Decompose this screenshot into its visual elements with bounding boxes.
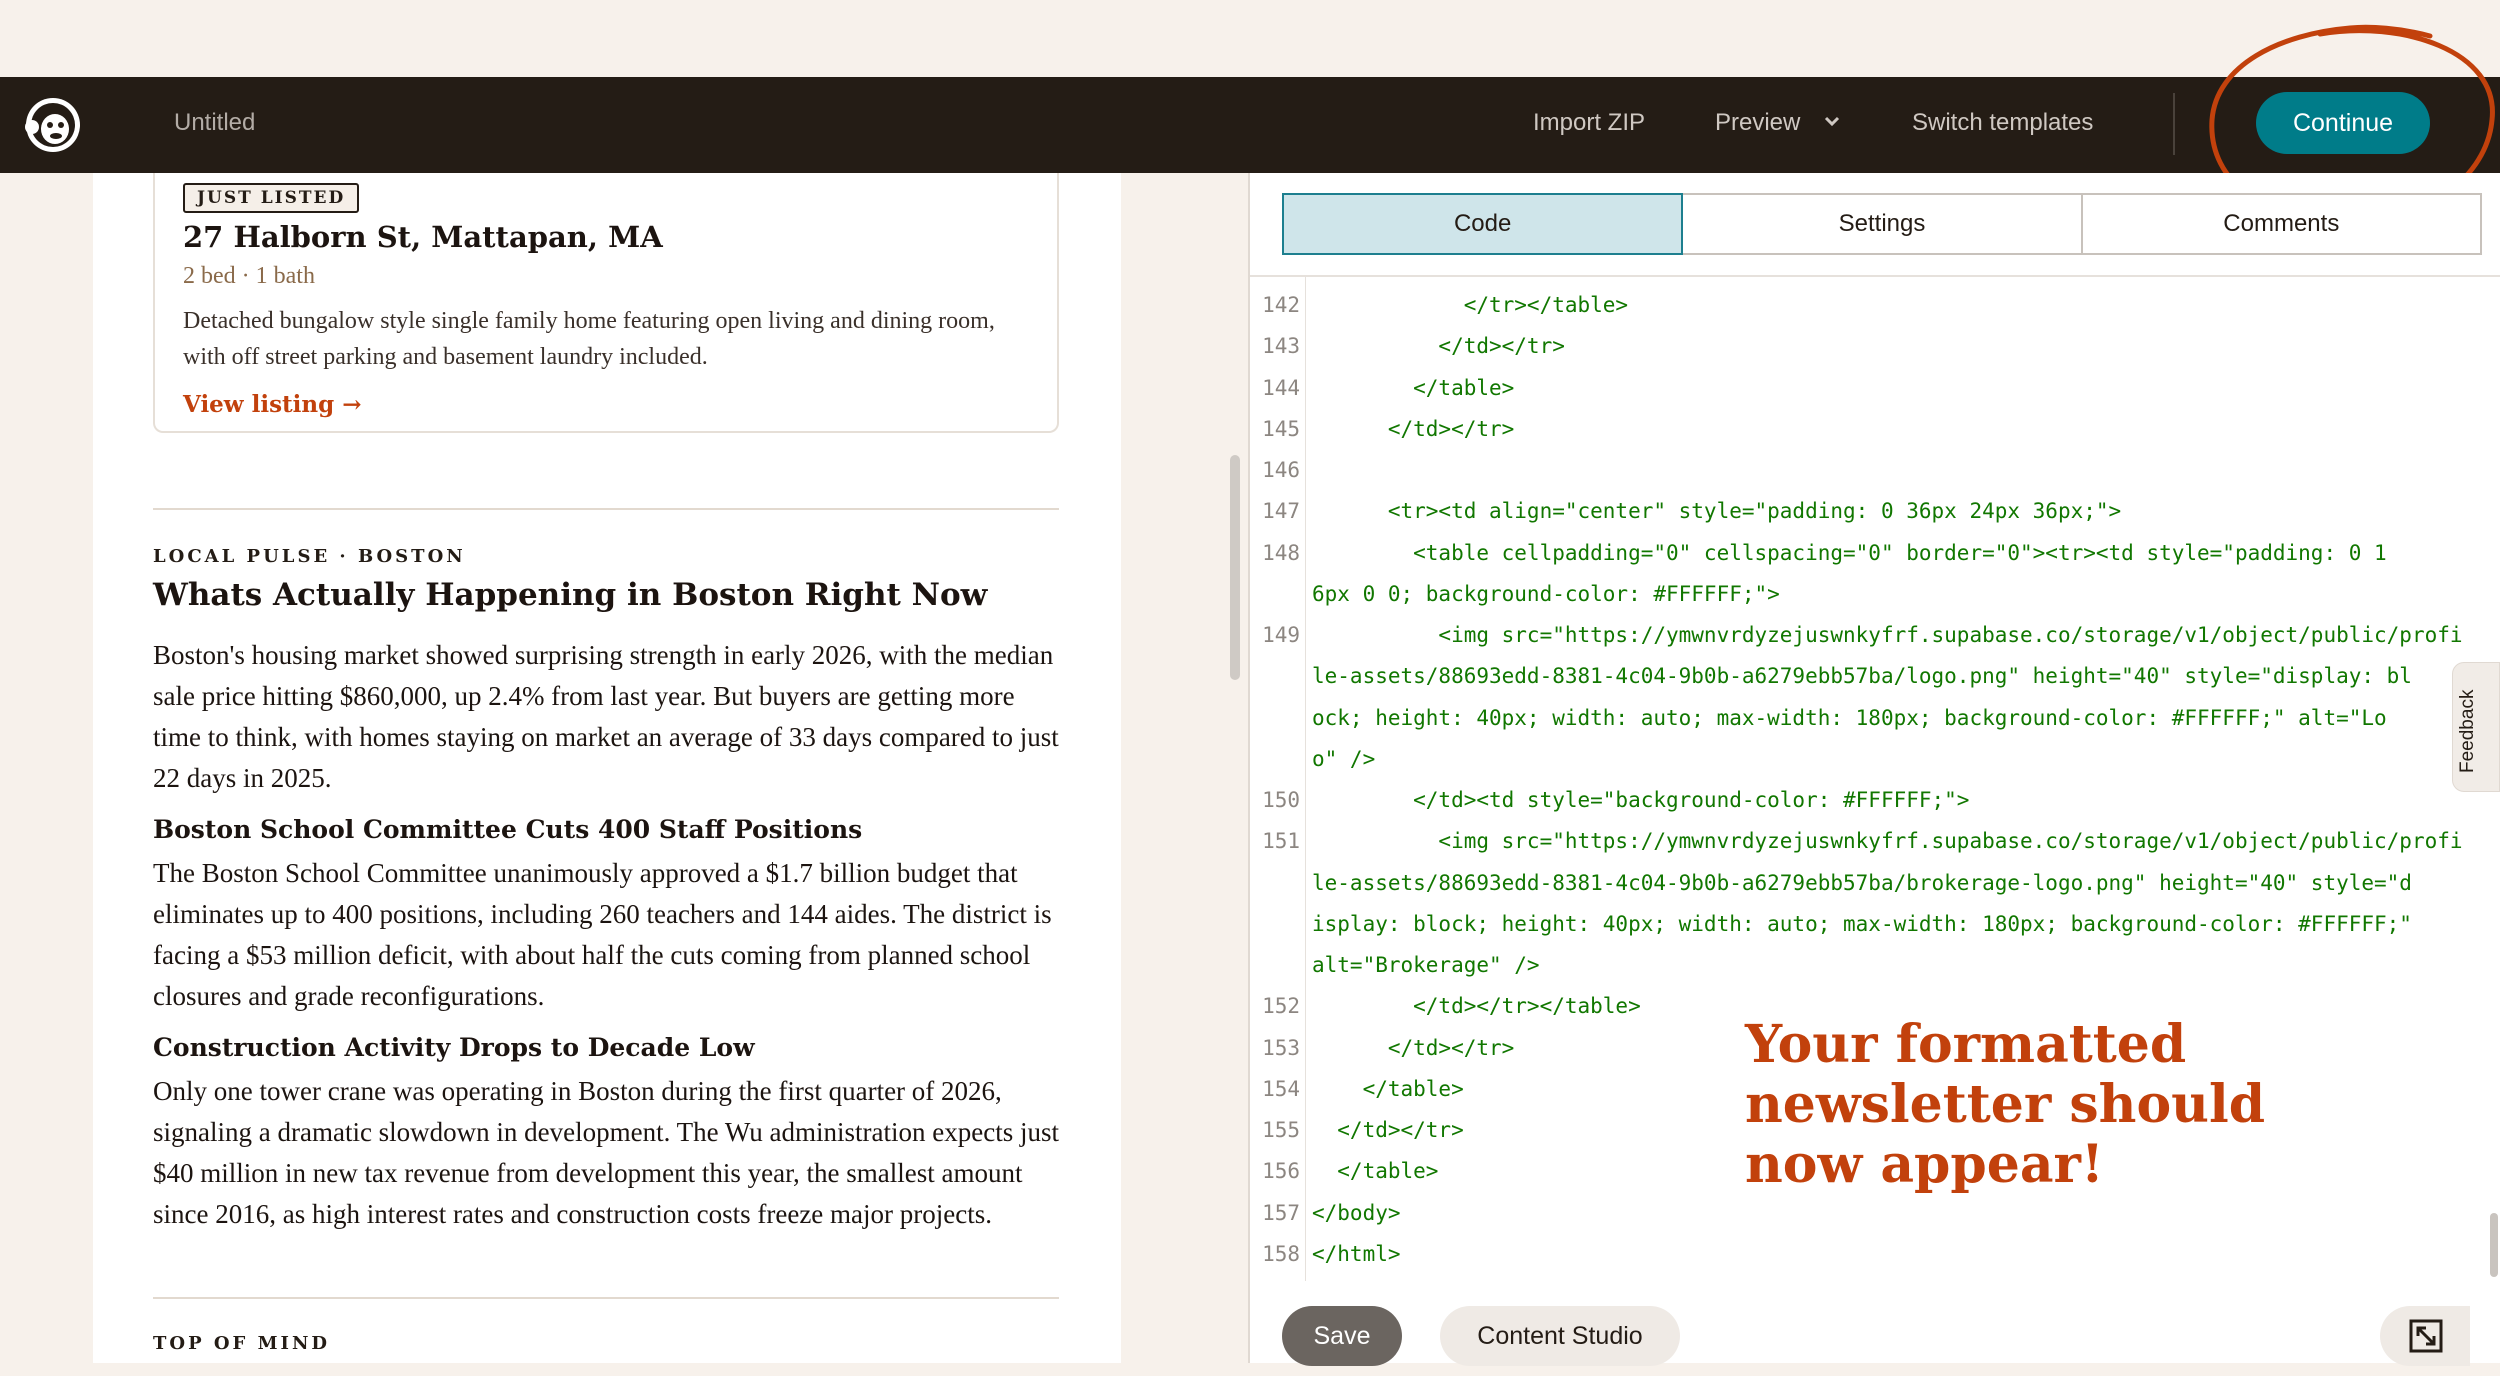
line-number: 154 [1262,1076,1300,1101]
code-line[interactable]: </td></tr> [1312,417,1514,441]
line-number: 155 [1262,1118,1300,1142]
local-pulse-headline: Whats Actually Happening in Boston Right… [153,577,988,613]
code-line[interactable]: </td></tr></table> [1312,994,1641,1018]
code-line[interactable]: o" /> [1312,747,1375,771]
listing-meta: 2 bed · 1 bath [183,263,315,289]
import-zip-link[interactable]: Import ZIP [1533,109,1645,137]
code-line[interactable]: </tr></table> [1312,293,1628,317]
code-line[interactable]: </td></tr> [1312,1118,1463,1142]
section-divider [153,1297,1059,1299]
expand-icon [2409,1319,2443,1353]
code-line[interactable]: le-assets/88693edd-8381-4c04-9b0b-a6279e… [1312,871,2412,895]
newsletter-preview: JUST LISTED 27 Halborn St, Mattapan, MA … [93,173,1121,1363]
line-number-gutter: 142 143 144 145 146 147 148 149 150 151 152 153 154 1… [1250,277,1306,1281]
line-number: 157 [1262,1200,1300,1225]
code-line[interactable]: <table cellpadding="0" cellspacing="0" b… [1312,541,2387,565]
code-line[interactable]: </html> [1312,1242,1401,1266]
continue-button[interactable]: Continue [2256,92,2430,154]
code-line[interactable]: <img src="https://ymwnvrdyzejuswnkyfrf.s… [1312,623,2462,647]
line-number: 146 [1262,458,1300,482]
feedback-tab[interactable]: Feedback [2452,662,2500,792]
code-line[interactable]: </td></tr> [1312,1036,1514,1060]
content-studio-button[interactable]: Content Studio [1440,1306,1680,1366]
code-line[interactable]: alt="Brokerage" /> [1312,953,1540,977]
tab-settings[interactable]: Settings [1683,193,2083,255]
local-pulse-kicker: LOCAL PULSE · BOSTON [153,546,466,567]
mailchimp-logo-icon[interactable] [20,89,86,159]
top-of-mind-kicker: TOP OF MIND [153,1333,331,1354]
code-line[interactable]: </td></tr> [1312,334,1564,358]
code-line[interactable]: isplay: block; height: 40px; width: auto… [1312,912,2412,936]
subhead-school-committee: Boston School Committee Cuts 400 Staff P… [153,815,863,844]
section-divider [153,508,1059,510]
line-number: 153 [1262,1035,1300,1060]
listing-address: 27 Halborn St, Mattapan, MA [183,220,663,254]
preview-dropdown[interactable]: Preview [1715,109,1800,137]
code-line[interactable]: 6px 0 0; background-color: #FFFFFF;"> [1312,582,1780,606]
code-line[interactable]: le-assets/88693edd-8381-4c04-9b0b-a6279e… [1312,664,2412,688]
switch-templates-link[interactable]: Switch templates [1912,109,2093,137]
document-title[interactable]: Untitled [174,109,255,137]
feedback-label: Feedback [2457,689,2478,773]
top-navigation-bar: Untitled Import ZIP Preview Switch templ… [0,77,2500,173]
preview-scrollbar[interactable] [1230,455,1240,680]
code-line[interactable]: ock; height: 40px; width: auto; max-widt… [1312,706,2387,730]
line-number: 151 [1262,829,1300,854]
save-button[interactable]: Save [1282,1306,1402,1366]
expand-button[interactable] [2380,1306,2470,1366]
code-line[interactable]: </td><td style="background-color: #FFFFF… [1312,788,1969,812]
local-pulse-paragraph: Boston's housing market showed surprisin… [153,640,1059,793]
line-number: 143 [1262,334,1300,359]
line-number: 158 [1262,1241,1300,1266]
annotation-text: Your formatted newsletter should now app… [1745,1014,2266,1195]
line-number: 152 [1262,994,1300,1019]
line-number: 144 [1262,375,1300,400]
tab-code[interactable]: Code [1282,193,1684,255]
just-listed-badge: JUST LISTED [183,183,360,213]
view-listing-link[interactable]: View listing → [183,391,362,418]
code-line[interactable]: <img src="https://ymwnvrdyzejuswnkyfrf.s… [1312,829,2462,853]
listing-description: Detached bungalow style single family ho… [183,308,995,370]
code-line[interactable]: <tr><td align="center" style="padding: 0… [1312,499,2121,523]
editor-bottom-bar: Save Content Studio [1250,1290,2500,1366]
listing-card: JUST LISTED 27 Halborn St, Mattapan, MA … [153,173,1059,433]
editor-tabs: Code Settings Comments [1282,193,2482,255]
line-number: 148 [1262,540,1300,565]
topbar-divider [2173,93,2175,155]
subhead-construction: Construction Activity Drops to Decade Lo… [153,1033,755,1062]
line-number: 150 [1262,788,1300,812]
code-line[interactable]: </body> [1312,1201,1401,1225]
school-committee-paragraph: The Boston School Committee unanimously … [153,858,1052,1011]
code-line[interactable]: </table> [1312,1077,1464,1101]
line-number: 142 [1262,293,1300,317]
line-number: 156 [1262,1159,1300,1184]
tab-comments[interactable]: Comments [2082,193,2482,255]
code-scrollbar[interactable] [2490,1213,2498,1277]
line-number: 147 [1262,499,1300,524]
construction-paragraph: Only one tower crane was operating in Bo… [153,1076,1059,1229]
code-line[interactable]: </table> [1312,376,1514,400]
line-number: 145 [1262,416,1300,441]
line-number: 149 [1262,623,1300,647]
code-line[interactable]: </table> [1312,1159,1438,1183]
chevron-down-icon[interactable] [1822,115,1842,129]
